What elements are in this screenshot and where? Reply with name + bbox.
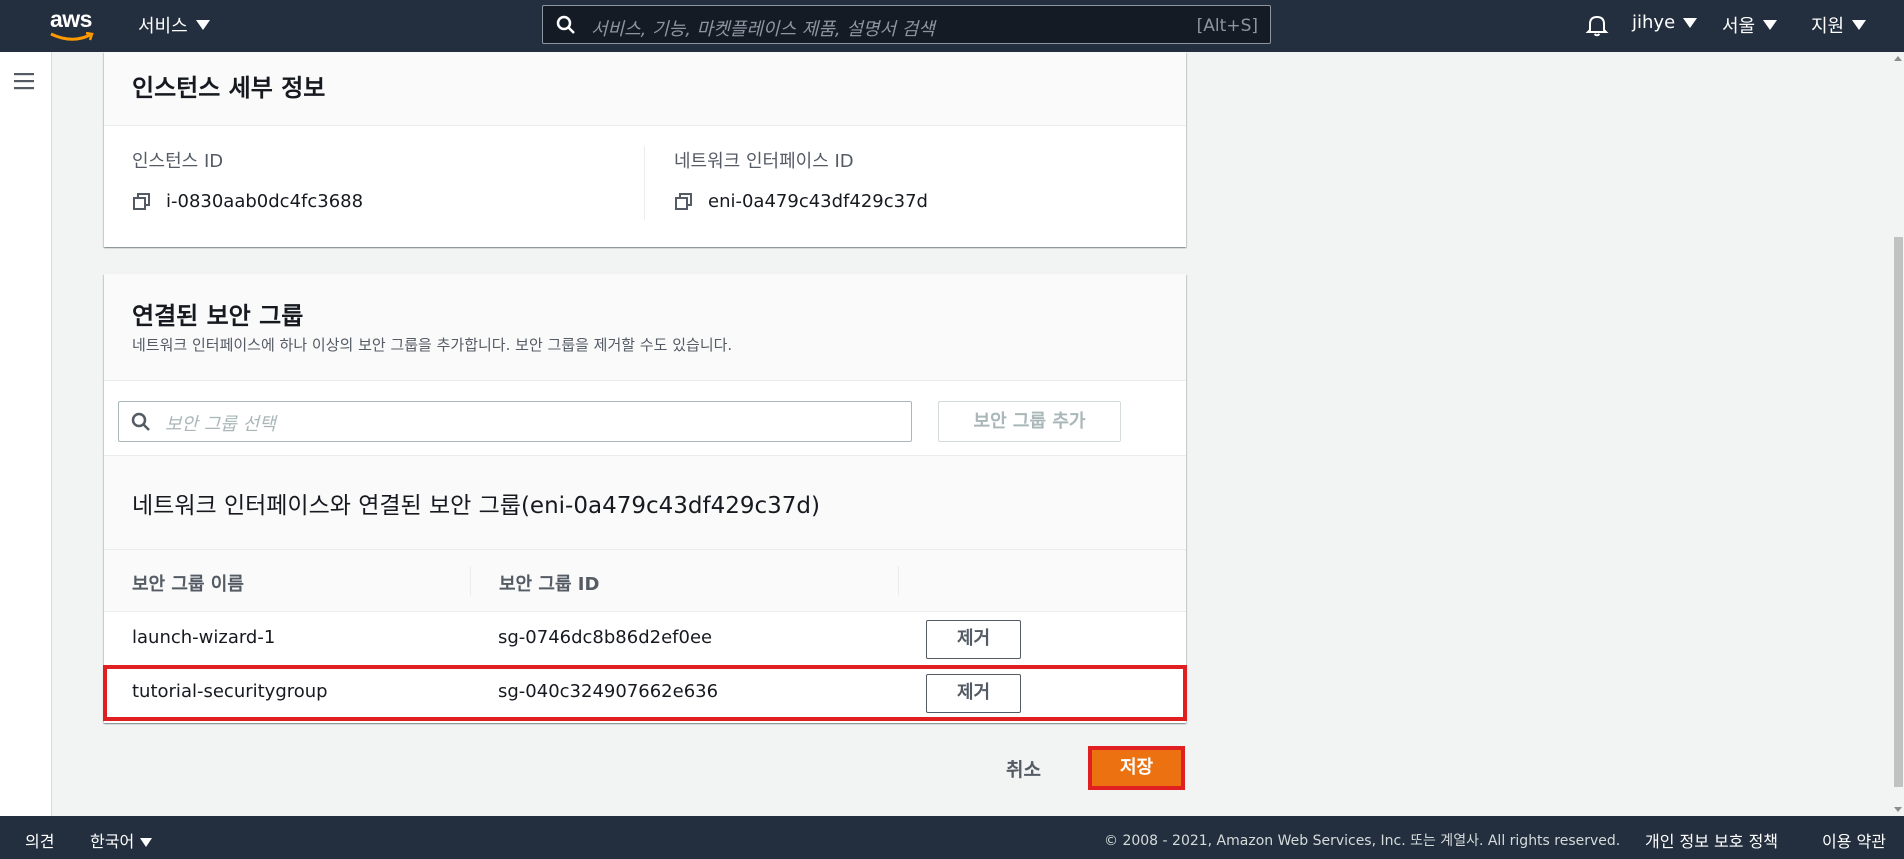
chevron-down-icon: [195, 20, 210, 30]
cancel-button[interactable]: 취소: [1006, 755, 1041, 782]
search-icon: [131, 412, 150, 431]
services-label: 서비스: [138, 16, 188, 37]
table-row: tutorial-securitygroup sg-040c324907662e…: [103, 665, 1187, 721]
chevron-down-icon: [1852, 20, 1867, 30]
eni-id-field: 네트워크 인터페이스 ID eni-0a479c43df429c37d: [674, 147, 928, 212]
user-menu[interactable]: jihye: [1632, 12, 1698, 33]
search-shortcut-hint: [Alt+S]: [1196, 16, 1258, 36]
user-name: jihye: [1632, 12, 1676, 33]
instance-id-label: 인스턴스 ID: [132, 151, 224, 172]
chevron-down-icon: [1683, 17, 1698, 28]
column-divider: [898, 566, 899, 596]
footer: 의견 한국어 © 2008 - 2021, Amazon Web Service…: [0, 816, 1904, 859]
language-selector[interactable]: 한국어: [90, 828, 153, 852]
panel-header: 연결된 보안 그룹 네트워크 인터페이스에 하나 이상의 보안 그룹을 추가합니…: [104, 274, 1186, 381]
security-group-id: sg-040c324907662e636: [498, 681, 719, 702]
search-icon: [556, 15, 575, 34]
scrollbar-thumb[interactable]: [1894, 237, 1903, 787]
support-label: 지원: [1811, 16, 1845, 37]
search-placeholder: 보안 그룹 선택: [165, 414, 276, 435]
copyright-text: © 2008 - 2021, Amazon Web Services, Inc.…: [1104, 833, 1621, 849]
feedback-link[interactable]: 의견: [25, 828, 54, 852]
panel-description: 네트워크 인터페이스에 하나 이상의 보안 그룹을 추가합니다. 보안 그룹을 …: [132, 336, 733, 354]
menu-icon[interactable]: [14, 72, 34, 90]
top-navigation: aws 서비스 서비스, 기능, 마켓플레이스 제품, 설명서 검색 [Alt+…: [0, 0, 1904, 52]
column-divider: [470, 566, 471, 596]
panel-header: 인스턴스 세부 정보: [104, 52, 1186, 126]
support-menu[interactable]: 지원: [1811, 12, 1867, 38]
chevron-down-icon: [1763, 20, 1778, 30]
instance-id-field: 인스턴스 ID i-0830aab0dc4fc3688: [132, 147, 363, 212]
aws-logo-text: aws: [50, 6, 92, 32]
side-rail: [0, 52, 52, 816]
column-header-name: 보안 그룹 이름: [132, 574, 244, 595]
region-name: 서울: [1722, 16, 1756, 37]
aws-logo[interactable]: aws: [46, 6, 96, 42]
instance-details-panel: 인스턴스 세부 정보 인스턴스 ID i-0830aab0dc4fc3688 네…: [104, 52, 1186, 247]
language-label: 한국어: [90, 832, 135, 851]
instance-id-value: i-0830aab0dc4fc3688: [166, 191, 364, 212]
aws-smile-icon: [50, 32, 94, 41]
security-group-id: sg-0746dc8b86d2ef0ee: [498, 627, 713, 648]
panel-title: 연결된 보안 그룹: [132, 302, 304, 330]
scroll-up-icon[interactable]: [1894, 56, 1902, 61]
eni-id-value: eni-0a479c43df429c37d: [708, 191, 928, 212]
security-group-search-input[interactable]: 보안 그룹 선택: [118, 401, 912, 442]
security-groups-panel: 연결된 보안 그룹 네트워크 인터페이스에 하나 이상의 보안 그룹을 추가합니…: [103, 274, 1187, 723]
eni-id-label: 네트워크 인터페이스 ID: [674, 151, 854, 172]
security-group-name: launch-wizard-1: [132, 627, 276, 648]
table-row: launch-wizard-1 sg-0746dc8b86d2ef0ee 제거: [104, 612, 1186, 666]
remove-button[interactable]: 제거: [926, 674, 1021, 713]
table-header: 네트워크 인터페이스와 연결된 보안 그룹(eni-0a479c43df429c…: [104, 455, 1186, 550]
chevron-down-icon: [140, 838, 153, 847]
security-group-name: tutorial-securitygroup: [132, 681, 328, 702]
scroll-down-icon[interactable]: [1894, 807, 1902, 812]
services-menu[interactable]: 서비스: [138, 12, 210, 38]
terms-link[interactable]: 이용 약관: [1822, 828, 1886, 852]
table-column-headers: 보안 그룹 이름 보안 그룹 ID: [104, 550, 1186, 612]
divider: [644, 146, 645, 220]
remove-button[interactable]: 제거: [926, 620, 1021, 659]
table-title: 네트워크 인터페이스와 연결된 보안 그룹(eni-0a479c43df429c…: [132, 493, 820, 519]
global-search[interactable]: 서비스, 기능, 마켓플레이스 제품, 설명서 검색 [Alt+S]: [542, 5, 1271, 44]
save-button[interactable]: 저장: [1088, 746, 1185, 790]
notification-bell-icon[interactable]: [1585, 13, 1609, 37]
search-placeholder: 서비스, 기능, 마켓플레이스 제품, 설명서 검색: [591, 19, 935, 40]
panel-title: 인스턴스 세부 정보: [132, 74, 326, 102]
region-menu[interactable]: 서울: [1722, 12, 1778, 38]
add-security-group-button[interactable]: 보안 그룹 추가: [938, 401, 1121, 442]
privacy-link[interactable]: 개인 정보 보호 정책: [1645, 828, 1778, 852]
copy-icon[interactable]: [132, 192, 152, 212]
column-header-id: 보안 그룹 ID: [499, 574, 600, 595]
copy-icon[interactable]: [674, 192, 694, 212]
